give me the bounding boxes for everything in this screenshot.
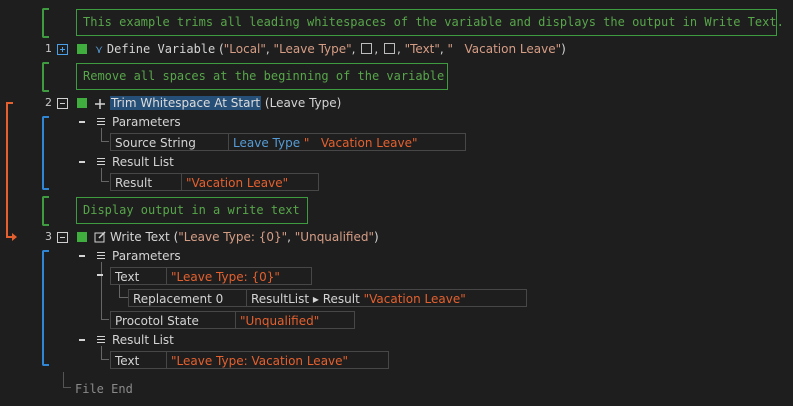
list-icon xyxy=(97,158,105,165)
line-1-text[interactable]: ⋎ Define Variable ("Local", "Leave Type"… xyxy=(95,41,566,57)
line-number-3: 3 xyxy=(45,230,52,243)
tree-line xyxy=(101,346,102,360)
line-number-2: 2 xyxy=(45,96,52,109)
result-value[interactable]: "Vacation Leave" xyxy=(181,174,288,190)
empty-arg-box xyxy=(361,43,373,54)
comment-bracket xyxy=(42,8,49,38)
enabled-checkbox[interactable] xyxy=(77,98,87,108)
command-define-variable: Define Variable xyxy=(106,42,216,56)
output-text-row[interactable]: Text "Leave Type: Vacation Leave" xyxy=(110,351,389,369)
tree-line xyxy=(63,387,71,388)
result-row[interactable]: Result "Vacation Leave" xyxy=(110,173,319,191)
collapse-icon[interactable] xyxy=(57,98,68,109)
edit-icon xyxy=(94,231,106,243)
collapse-icon[interactable] xyxy=(97,274,103,276)
tree-line xyxy=(101,141,109,142)
collapse-icon[interactable] xyxy=(79,339,85,341)
block-bracket xyxy=(42,250,49,366)
line-2-text[interactable]: Trim Whitespace At Start (Leave Type) xyxy=(110,95,341,111)
comment-2: Remove all spaces at the beginning of th… xyxy=(76,63,448,90)
tree-line xyxy=(101,319,109,320)
collapse-icon[interactable] xyxy=(79,255,85,257)
collapse-icon[interactable] xyxy=(79,161,85,163)
trim-icon xyxy=(95,99,105,109)
result-list-label: Result List xyxy=(112,155,174,169)
comment-1: This example trims all leading whitespac… xyxy=(76,9,784,36)
replacement-value[interactable]: ResultList ▸ Result "Vacation Leave" xyxy=(246,290,466,306)
list-icon xyxy=(97,118,105,125)
command-write-text: Write Text xyxy=(110,230,170,244)
enabled-checkbox[interactable] xyxy=(77,44,87,54)
block-bracket xyxy=(42,116,49,190)
line-number-1: 1 xyxy=(45,42,52,55)
list-icon xyxy=(97,252,105,259)
file-end-label: File End xyxy=(75,382,133,396)
tree-line xyxy=(101,128,102,142)
comment-bracket xyxy=(42,62,49,92)
tree-line xyxy=(101,262,102,320)
tree-line xyxy=(101,168,102,182)
protocol-state-value[interactable]: "Unqualified" xyxy=(235,312,319,328)
list-icon xyxy=(97,336,105,343)
parameters-label: Parameters xyxy=(112,115,181,129)
replacement-row[interactable]: Replacement 0 ResultList ▸ Result "Vacat… xyxy=(128,289,527,307)
result-list-label: Result List xyxy=(112,333,174,347)
empty-arg-box xyxy=(383,43,395,54)
comment-bracket xyxy=(42,196,49,226)
comment-3: Display output in a write text xyxy=(76,197,308,224)
variable-icon: ⋎ xyxy=(95,43,104,56)
collapse-icon[interactable] xyxy=(79,121,85,123)
line-3-text[interactable]: Write Text ("Leave Type: {0}", "Unqualif… xyxy=(110,229,379,245)
tree-line xyxy=(119,297,128,298)
protocol-state-row[interactable]: Procotol State "Unqualified" xyxy=(110,311,355,329)
enabled-checkbox[interactable] xyxy=(77,232,87,242)
source-string-value[interactable]: Leave Type " Vacation Leave" xyxy=(228,134,417,150)
output-text-value[interactable]: "Leave Type: Vacation Leave" xyxy=(166,352,348,368)
expand-icon[interactable] xyxy=(57,44,68,55)
text-param-value[interactable]: "Leave Type: {0}" xyxy=(166,268,280,284)
command-trim-whitespace: Trim Whitespace At Start xyxy=(110,96,262,110)
tree-line xyxy=(63,372,64,388)
source-string-row[interactable]: Source String Leave Type " Vacation Leav… xyxy=(110,133,466,151)
tree-line xyxy=(101,359,109,360)
collapse-icon[interactable] xyxy=(57,232,68,243)
text-param-row[interactable]: Text "Leave Type: {0}" xyxy=(110,267,312,285)
jump-arrow-icon xyxy=(6,102,17,241)
tree-line xyxy=(101,181,109,182)
parameters-label: Parameters xyxy=(112,249,181,263)
